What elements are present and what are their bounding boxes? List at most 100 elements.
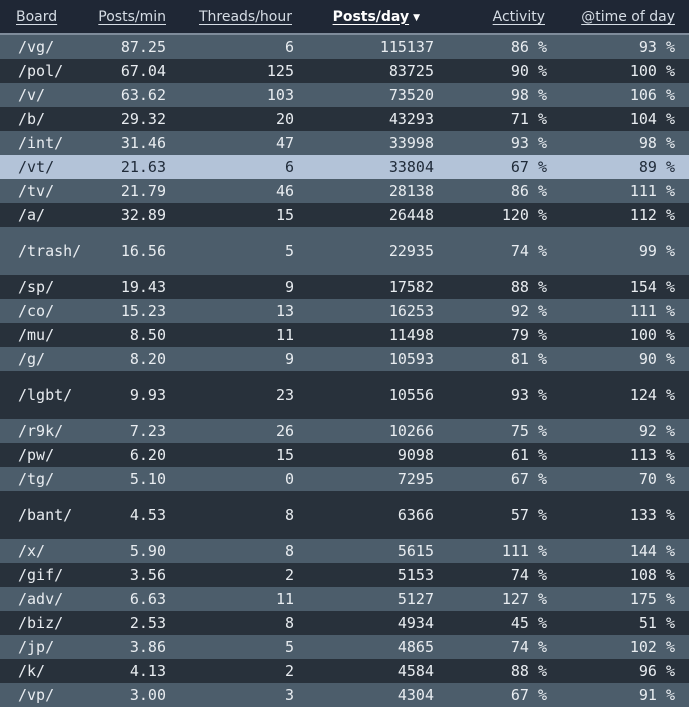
column-header-board[interactable]: Board (0, 0, 84, 34)
posts-per-minute-cell: 9.93 (129, 386, 166, 404)
posts-per-minute-cell: 67.04 (120, 62, 166, 80)
table-row[interactable]: /tv/ 21.79 46 28138 86 % 111 % (0, 179, 689, 203)
board-stats-table: Board Posts/min Threads/hour Posts/day ▼ … (0, 0, 689, 707)
board-cell[interactable]: /gif/ (0, 563, 84, 587)
table-row[interactable]: /sp/ 19.43 9 17582 88 % 154 % (0, 275, 689, 299)
time-of-day-cell: 89 % (638, 158, 675, 176)
posts-per-minute-cell: 5.10 (129, 470, 166, 488)
table-row[interactable]: /r9k/ 7.23 26 10266 75 % 92 % (0, 419, 689, 443)
posts-per-day-cell: 6366 (397, 506, 434, 524)
posts-per-day-cell: 83725 (388, 62, 434, 80)
table-row[interactable]: /gif/ 3.56 2 5153 74 % 108 % (0, 563, 689, 587)
table-row[interactable]: /trash/ 16.56 5 22935 74 % 99 % (0, 227, 689, 275)
activity-cell: 74 % (510, 638, 547, 656)
table-row[interactable]: /vt/ 21.63 6 33804 67 % 89 % (0, 155, 689, 179)
activity-cell: 93 % (510, 386, 547, 404)
table-row[interactable]: /mu/ 8.50 11 11498 79 % 100 % (0, 323, 689, 347)
board-cell[interactable]: /b/ (0, 107, 84, 131)
column-header-threads-hour[interactable]: Threads/hour (180, 0, 306, 34)
board-cell[interactable]: /bant/ (0, 491, 84, 539)
board-cell[interactable]: /x/ (0, 539, 84, 563)
table-row[interactable]: /vp/ 3.00 3 4304 67 % 91 % (0, 683, 689, 707)
activity-cell: 127 % (501, 590, 547, 608)
table-row[interactable]: /b/ 29.32 20 43293 71 % 104 % (0, 107, 689, 131)
time-of-day-cell: 144 % (629, 542, 675, 560)
header-row: Board Posts/min Threads/hour Posts/day ▼ … (0, 0, 689, 34)
table-row[interactable]: /a/ 32.89 15 26448 120 % 112 % (0, 203, 689, 227)
table-row[interactable]: /adv/ 6.63 11 5127 127 % 175 % (0, 587, 689, 611)
column-header-posts-min[interactable]: Posts/min (84, 0, 180, 34)
posts-per-day-cell: 43293 (388, 110, 434, 128)
threads-per-hour-cell: 23 (275, 386, 294, 404)
board-cell[interactable]: /mu/ (0, 323, 84, 347)
posts-per-minute-cell: 8.20 (129, 350, 166, 368)
table-row[interactable]: /pw/ 6.20 15 9098 61 % 113 % (0, 443, 689, 467)
posts-per-minute-cell: 32.89 (120, 206, 166, 224)
time-of-day-cell: 98 % (638, 134, 675, 152)
activity-cell: 45 % (510, 614, 547, 632)
time-of-day-cell: 154 % (629, 278, 675, 296)
board-cell[interactable]: /tv/ (0, 179, 84, 203)
table-row[interactable]: /k/ 4.13 2 4584 88 % 96 % (0, 659, 689, 683)
board-cell[interactable]: /g/ (0, 347, 84, 371)
time-of-day-cell: 102 % (629, 638, 675, 656)
board-cell[interactable]: /pol/ (0, 59, 84, 83)
posts-per-minute-cell: 4.13 (129, 662, 166, 680)
table-row[interactable]: /co/ 15.23 13 16253 92 % 111 % (0, 299, 689, 323)
table-row[interactable]: /vg/ 87.25 6 115137 86 % 93 % (0, 34, 689, 59)
column-header-time-of-day[interactable]: @time of day (559, 0, 689, 34)
threads-per-hour-cell: 6 (284, 38, 294, 56)
board-cell[interactable]: /int/ (0, 131, 84, 155)
posts-per-day-cell: 17582 (388, 278, 434, 296)
column-header-activity[interactable]: Activity (434, 0, 559, 34)
time-of-day-cell: 90 % (638, 350, 675, 368)
board-cell[interactable]: /adv/ (0, 587, 84, 611)
board-cell[interactable]: /v/ (0, 83, 84, 107)
time-of-day-cell: 133 % (629, 506, 675, 524)
threads-per-hour-cell: 9 (284, 278, 294, 296)
posts-per-day-cell: 4934 (397, 614, 434, 632)
table-row[interactable]: /jp/ 3.86 5 4865 74 % 102 % (0, 635, 689, 659)
time-of-day-cell: 113 % (629, 446, 675, 464)
threads-per-hour-cell: 13 (275, 302, 294, 320)
board-cell[interactable]: /biz/ (0, 611, 84, 635)
column-header-posts-day[interactable]: Posts/day ▼ (306, 0, 434, 34)
threads-per-hour-cell: 8 (284, 542, 294, 560)
board-cell[interactable]: /lgbt/ (0, 371, 84, 419)
board-cell[interactable]: /vg/ (0, 34, 84, 59)
posts-per-minute-cell: 87.25 (120, 38, 166, 56)
time-of-day-cell: 175 % (629, 590, 675, 608)
threads-per-hour-cell: 2 (284, 662, 294, 680)
activity-cell: 67 % (510, 686, 547, 704)
table-body: /vg/ 87.25 6 115137 86 % 93 % /pol/ 67.0… (0, 34, 689, 707)
threads-per-hour-cell: 8 (284, 506, 294, 524)
threads-per-hour-cell: 9 (284, 350, 294, 368)
board-cell[interactable]: /k/ (0, 659, 84, 683)
table-row[interactable]: /bant/ 4.53 8 6366 57 % 133 % (0, 491, 689, 539)
board-cell[interactable]: /vt/ (0, 155, 84, 179)
table-row[interactable]: /x/ 5.90 8 5615 111 % 144 % (0, 539, 689, 563)
board-cell[interactable]: /tg/ (0, 467, 84, 491)
board-cell[interactable]: /trash/ (0, 227, 84, 275)
table-row[interactable]: /tg/ 5.10 0 7295 67 % 70 % (0, 467, 689, 491)
table-row[interactable]: /pol/ 67.04 125 83725 90 % 100 % (0, 59, 689, 83)
board-cell[interactable]: /vp/ (0, 683, 84, 707)
threads-per-hour-cell: 15 (275, 206, 294, 224)
activity-cell: 57 % (510, 506, 547, 524)
board-cell[interactable]: /pw/ (0, 443, 84, 467)
column-header-label: Posts/min (98, 8, 166, 25)
board-cell[interactable]: /a/ (0, 203, 84, 227)
posts-per-day-cell: 28138 (388, 182, 434, 200)
table-row[interactable]: /v/ 63.62 103 73520 98 % 106 % (0, 83, 689, 107)
table-row[interactable]: /int/ 31.46 47 33998 93 % 98 % (0, 131, 689, 155)
table-row[interactable]: /biz/ 2.53 8 4934 45 % 51 % (0, 611, 689, 635)
activity-cell: 92 % (510, 302, 547, 320)
board-cell[interactable]: /co/ (0, 299, 84, 323)
board-cell[interactable]: /jp/ (0, 635, 84, 659)
board-cell[interactable]: /sp/ (0, 275, 84, 299)
table-row[interactable]: /lgbt/ 9.93 23 10556 93 % 124 % (0, 371, 689, 419)
activity-cell: 88 % (510, 278, 547, 296)
board-cell[interactable]: /r9k/ (0, 419, 84, 443)
time-of-day-cell: 108 % (629, 566, 675, 584)
table-row[interactable]: /g/ 8.20 9 10593 81 % 90 % (0, 347, 689, 371)
